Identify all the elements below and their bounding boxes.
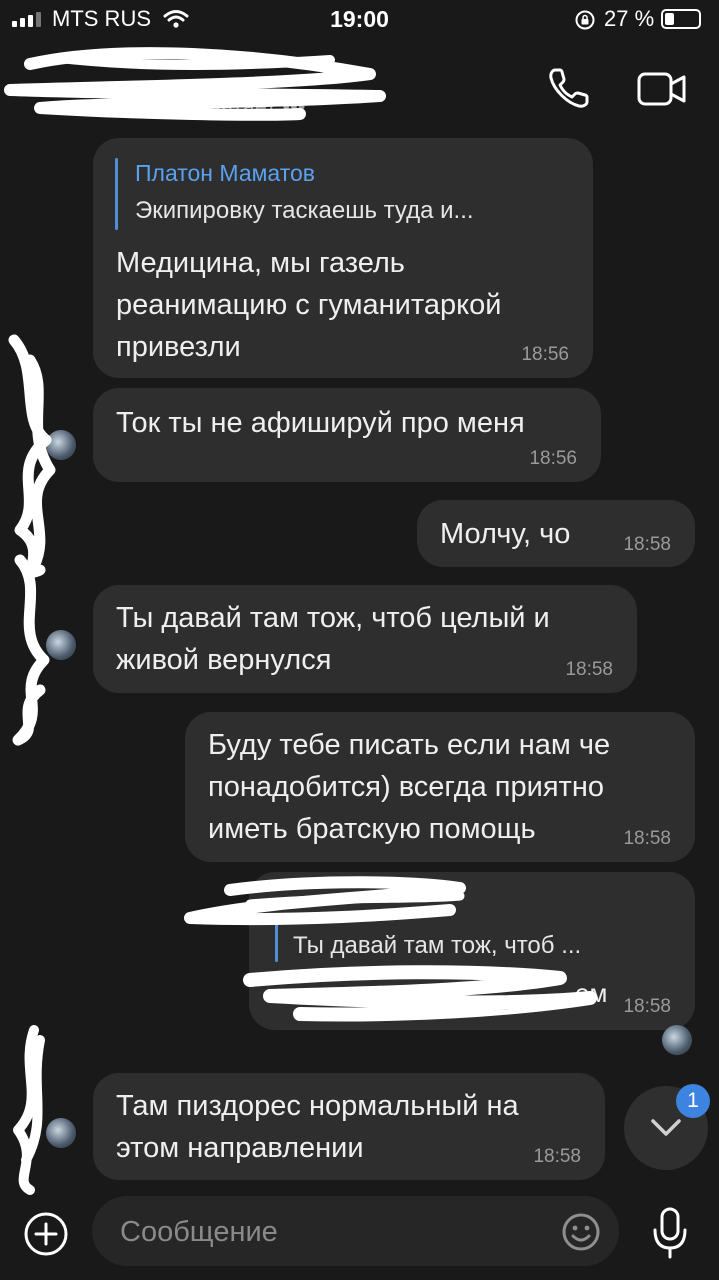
message-input[interactable] bbox=[118, 1210, 562, 1254]
message-line: реанимацию с гуманитаркой bbox=[116, 289, 502, 321]
reply-text[interactable]: Ты давай там тож, чтоб ... bbox=[293, 932, 581, 960]
message-bubble-outgoing[interactable]: Ты давай там тож, чтоб ... …ем 18:58 bbox=[249, 872, 695, 1030]
message-bubble-incoming[interactable]: Ты давай там тож, чтоб целый и живой вер… bbox=[93, 585, 637, 693]
message-line: Там пиздорес нормальный на bbox=[116, 1090, 519, 1122]
unread-badge: 1 bbox=[676, 1084, 710, 1118]
emoji-icon[interactable] bbox=[561, 1212, 601, 1252]
message-line: привезли bbox=[116, 331, 241, 363]
reply-quote-bar bbox=[275, 922, 278, 962]
message-bubble-incoming[interactable]: Ток ты не афишируй про меня 18:56 bbox=[93, 388, 601, 482]
message-line: иметь братскую помощь bbox=[208, 813, 536, 845]
battery-percent: 27 % bbox=[604, 6, 655, 31]
message-line: Буду тебе писать если нам че bbox=[208, 729, 611, 761]
message-time: 18:58 bbox=[623, 996, 671, 1017]
message-time: 18:56 bbox=[521, 344, 569, 365]
message-line: живой вернулся bbox=[116, 644, 332, 676]
message-line: Ты давай там тож, чтоб целый и bbox=[116, 602, 550, 634]
reply-text[interactable]: Экипировку таскаешь туда и... bbox=[135, 197, 474, 225]
message-time: 18:56 bbox=[529, 448, 577, 469]
message-bubble-outgoing[interactable]: Буду тебе писать если нам че понадобится… bbox=[185, 712, 695, 862]
message-bubble-incoming[interactable]: Платон Маматов Экипировку таскаешь туда … bbox=[93, 138, 593, 378]
microphone-icon[interactable] bbox=[650, 1206, 690, 1260]
message-line: этом направлении bbox=[116, 1132, 364, 1164]
lock-rotation-icon bbox=[575, 10, 595, 30]
message-time: 18:58 bbox=[623, 534, 671, 555]
message-text: Ты давай там тож, чтоб целый и живой вер… bbox=[116, 597, 550, 681]
phone-icon[interactable] bbox=[545, 64, 593, 112]
redaction-scribble bbox=[8, 334, 56, 1195]
message-text: Там пиздорес нормальный на этом направле… bbox=[116, 1085, 519, 1169]
message-bubble-incoming[interactable]: Там пиздорес нормальный на этом направле… bbox=[93, 1073, 605, 1180]
reply-author[interactable]: Платон Маматов bbox=[135, 160, 315, 187]
message-time: 18:58 bbox=[533, 1146, 581, 1167]
message-line: понадобится) всегда приятно bbox=[208, 771, 604, 803]
avatar[interactable] bbox=[46, 630, 76, 660]
status-bar: MTS RUS 19:00 27 % bbox=[0, 0, 719, 40]
message-text: Ток ты не афишируй про меня bbox=[116, 407, 525, 439]
redaction-scribble bbox=[4, 47, 386, 121]
message-line: Медицина, мы газель bbox=[116, 247, 405, 279]
message-time: 18:58 bbox=[623, 828, 671, 849]
video-camera-icon[interactable] bbox=[636, 70, 688, 108]
message-time: 18:58 bbox=[565, 659, 613, 680]
reply-quote-bar bbox=[115, 158, 118, 230]
avatar[interactable] bbox=[46, 430, 76, 460]
plus-circle-icon[interactable] bbox=[22, 1210, 70, 1258]
avatar[interactable] bbox=[662, 1025, 692, 1055]
typing-status: печатает ••• bbox=[186, 94, 306, 119]
message-text: Молчу, чо bbox=[440, 518, 571, 550]
message-text: Буду тебе писать если нам че понадобится… bbox=[208, 724, 610, 850]
message-bubble-outgoing[interactable]: Молчу, чо 18:58 bbox=[417, 500, 695, 567]
message-text: Медицина, мы газель реанимацию с гуманит… bbox=[116, 242, 501, 368]
battery-icon bbox=[661, 9, 701, 29]
chevron-down-icon bbox=[651, 1119, 681, 1136]
avatar[interactable] bbox=[46, 1118, 76, 1148]
message-text: …ем bbox=[549, 978, 608, 1008]
